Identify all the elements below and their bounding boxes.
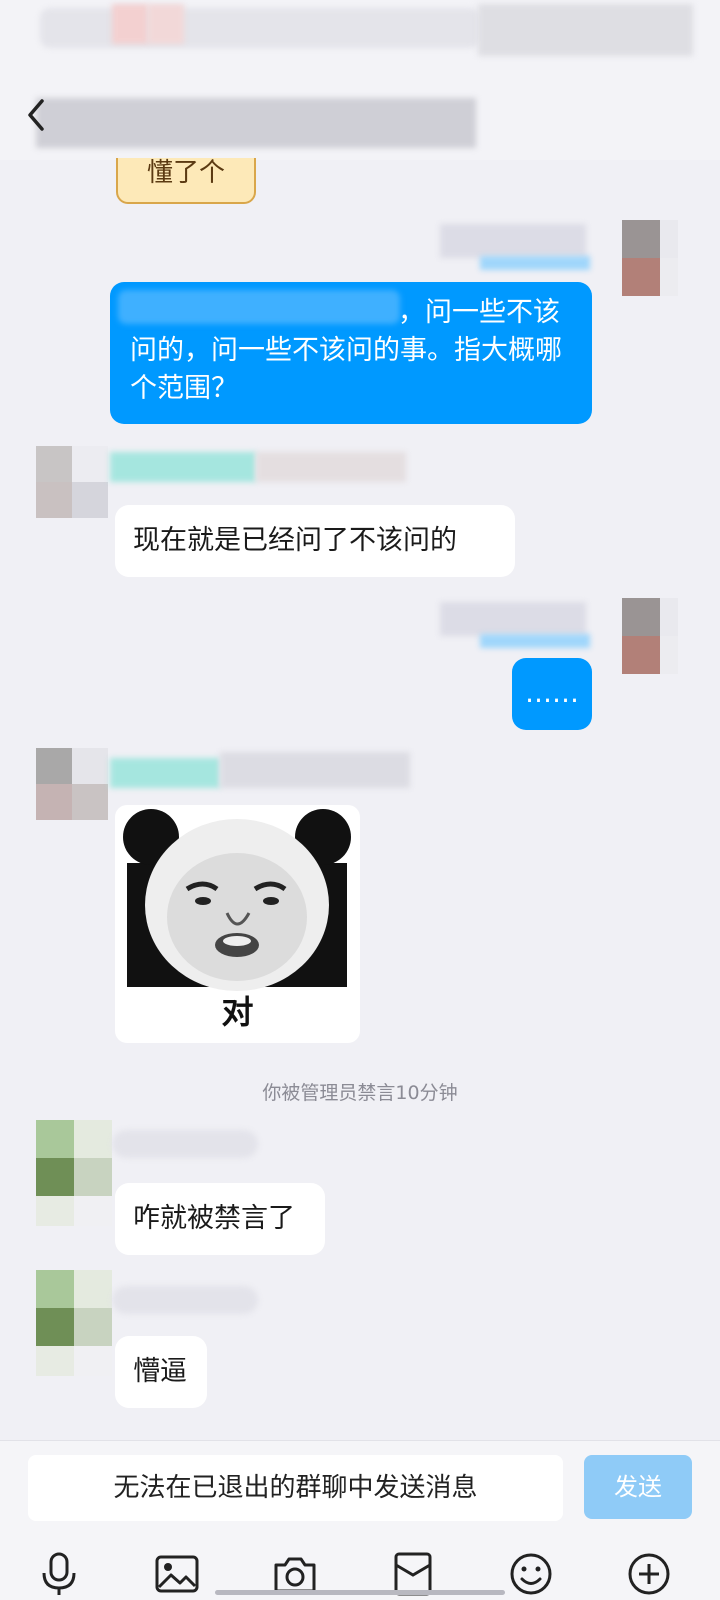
chat-header [0,0,720,160]
message-text: …… [525,678,579,709]
sender-avatar[interactable] [36,1270,112,1376]
sender-avatar[interactable] [36,748,108,820]
blurred-sender-name [112,1130,258,1158]
chevron-left-icon[interactable] [22,95,52,135]
blurred-sender-name [440,224,586,258]
blurred-sender-name [110,452,256,482]
message-bubble-incoming[interactable]: 懵逼 [115,1336,207,1408]
message-bubble-outgoing[interactable]: …… [512,658,592,730]
plus-icon[interactable] [626,1551,672,1597]
blurred-title [40,8,480,48]
composer-bar: 无法在已退出的群聊中发送消息 发送 [0,1440,720,1600]
sticker-peek-text: 懂了个 [146,158,225,188]
image-icon[interactable] [154,1551,200,1597]
message-text: 咋就被禁言了 [133,1203,295,1234]
my-avatar[interactable] [622,220,678,296]
panda-meme-image [123,809,351,991]
send-button[interactable]: 发送 [584,1455,692,1519]
blurred-sender-name-tail [220,752,410,788]
sender-avatar[interactable] [36,446,108,518]
message-bubble-incoming[interactable]: 咋就被禁言了 [115,1183,325,1255]
blurred-sender-name-tail [256,452,406,482]
sender-avatar[interactable] [36,1120,112,1226]
blurred-sender-name-accent [480,256,590,270]
message-text: ，问一些不该问的，问一些不该问的事。指大概哪个范围？ [130,297,562,404]
message-text: 现在就是已经问了不该问的 [133,525,457,556]
home-indicator[interactable] [215,1590,505,1595]
sticker-peek[interactable]: 懂了个 [116,158,256,204]
blurred-sender-name [112,1286,258,1314]
blurred-sender-name [110,758,220,788]
send-button-label: 发送 [614,1473,662,1501]
blurred-sender-name-accent [480,634,590,648]
message-text: 懵逼 [133,1356,187,1387]
blurred-header-top-right [478,4,693,56]
microphone-icon[interactable] [36,1551,82,1597]
sticker-message[interactable]: 对 [115,805,360,1043]
emoji-icon[interactable] [508,1551,554,1597]
blurred-sender-name [440,602,586,636]
blurred-title-bar [36,98,476,148]
message-bubble-incoming[interactable]: 现在就是已经问了不该问的 [115,505,515,577]
my-avatar[interactable] [622,598,678,674]
input-disabled-text: 无法在已退出的群聊中发送消息 [113,1473,478,1503]
message-bubble-outgoing[interactable]: ，问一些不该问的，问一些不该问的事。指大概哪个范围？ [110,282,592,424]
system-notice: 你被管理员禁言10分钟 [262,1082,458,1104]
blurred-header-avatar [112,4,184,44]
sticker-caption: 对 [221,993,254,1031]
message-input[interactable]: 无法在已退出的群聊中发送消息 [28,1455,563,1521]
